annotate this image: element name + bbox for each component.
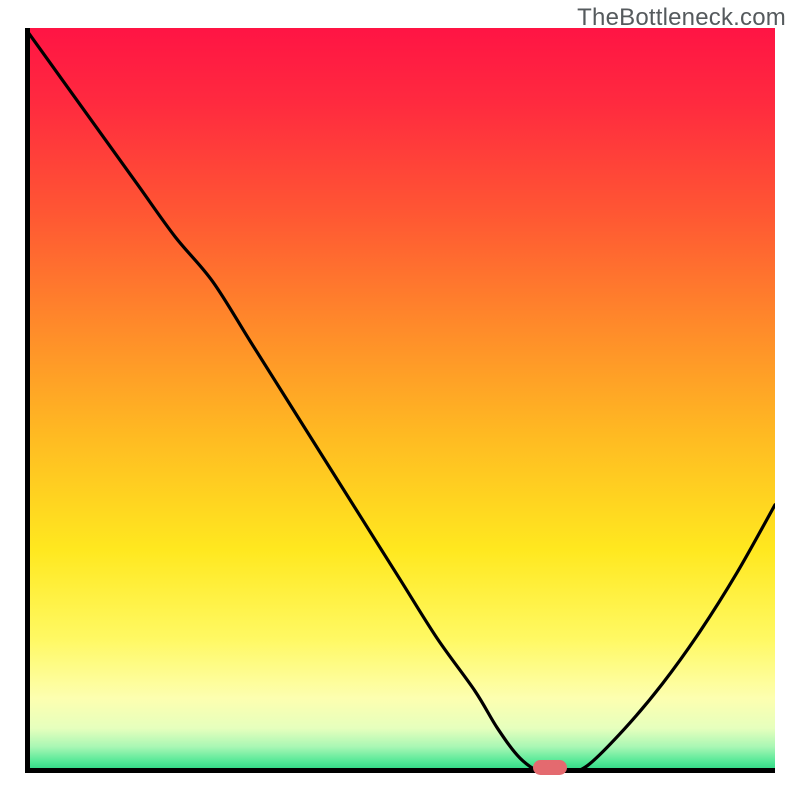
chart-background <box>25 28 775 773</box>
x-axis <box>25 768 775 773</box>
optimal-point-marker <box>533 760 567 775</box>
chart-plot-area <box>25 28 775 773</box>
bottleneck-chart <box>25 28 775 773</box>
y-axis <box>25 28 30 773</box>
